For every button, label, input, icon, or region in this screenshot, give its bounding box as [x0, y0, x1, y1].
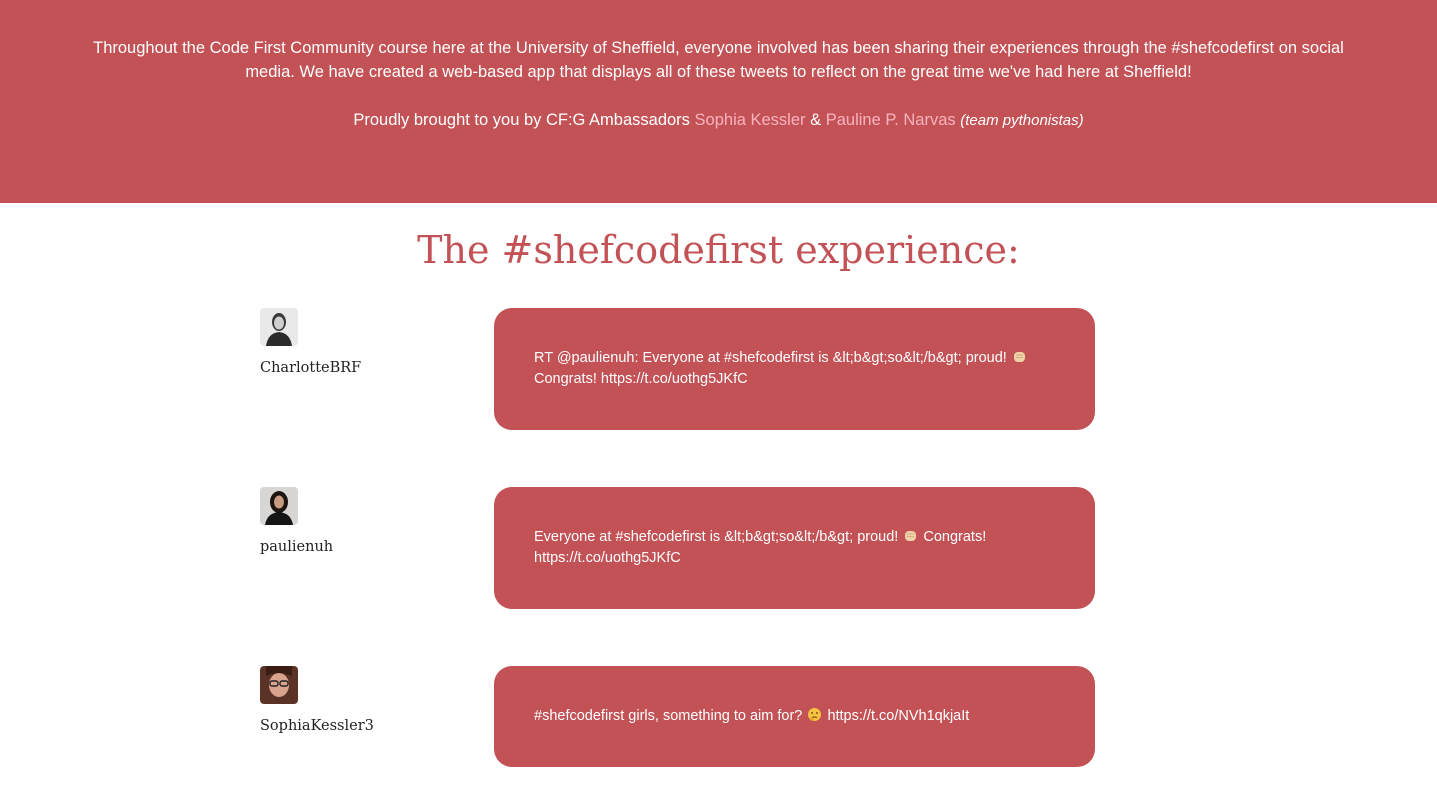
credits-prefix: Proudly brought to you by CF:G Ambassado… — [353, 111, 690, 129]
avatar[interactable] — [260, 666, 298, 704]
page-title: The #shefcodefirst experience: — [417, 228, 1020, 272]
tweet-username[interactable]: CharlotteBRF — [260, 360, 361, 376]
team-name: (team pythonistas) — [960, 112, 1084, 129]
tweet-bubble: RT @paulienuh: Everyone at #shefcodefirs… — [494, 308, 1095, 430]
ambassador-link-pauline[interactable]: Pauline P. Narvas — [826, 111, 956, 129]
tweet-text: #shefcodefirst girls, something to aim f… — [534, 706, 969, 727]
thinking-face-icon — [807, 707, 822, 722]
header-banner: Throughout the Code First Community cour… — [0, 0, 1437, 203]
tweet-text: Everyone at #shefcodefirst is &lt;b&gt;s… — [534, 527, 1055, 569]
credits-ampersand: & — [810, 111, 822, 129]
tweet-bubble: #shefcodefirst girls, something to aim f… — [494, 666, 1095, 767]
tweet-text-part: #shefcodefirst girls, something to aim f… — [534, 708, 803, 724]
ambassador-link-sophia[interactable]: Sophia Kessler — [695, 111, 806, 129]
tweet-bubble: Everyone at #shefcodefirst is &lt;b&gt;s… — [494, 487, 1095, 609]
tweet-username[interactable]: SophiaKessler3 — [260, 718, 374, 734]
fist-bump-icon — [903, 528, 918, 543]
tweet-text-part: https://t.co/NVh1qkjaIt — [827, 708, 970, 724]
tweet-text: RT @paulienuh: Everyone at #shefcodefirs… — [534, 348, 1055, 390]
avatar[interactable] — [260, 487, 298, 525]
avatar[interactable] — [260, 308, 298, 346]
tweet-username[interactable]: paulienuh — [260, 539, 333, 555]
tweet-author: SophiaKessler3 — [260, 666, 374, 734]
tweet-text-part: RT @paulienuh: Everyone at #shefcodefirs… — [534, 350, 1007, 366]
intro-text: Throughout the Code First Community cour… — [93, 39, 1344, 81]
tweet-author: CharlotteBRF — [260, 308, 361, 376]
fist-bump-icon — [1012, 349, 1027, 364]
tweet-text-part: Congrats! https://t.co/uothg5JKfC — [534, 371, 748, 387]
credits-line: Proudly brought to you by CF:G Ambassado… — [0, 108, 1437, 133]
tweet-text-part: Everyone at #shefcodefirst is &lt;b&gt;s… — [534, 529, 899, 545]
tweet-author: paulienuh — [260, 487, 333, 555]
